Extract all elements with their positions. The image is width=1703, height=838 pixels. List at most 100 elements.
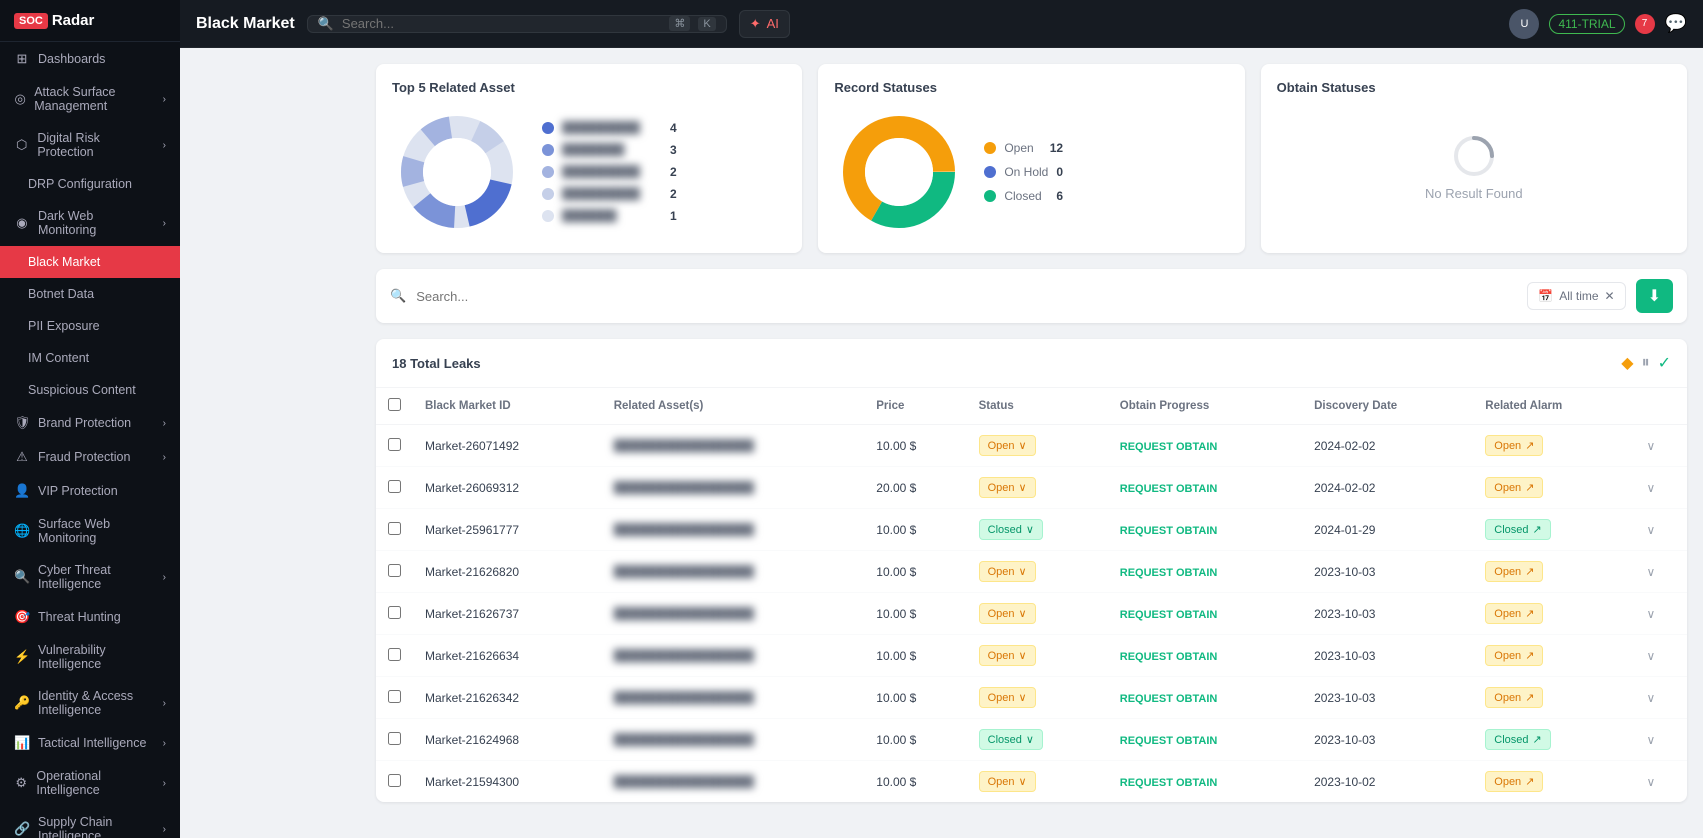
sidebar-item-tactical[interactable]: 📊 Tactical Intelligence › (0, 726, 180, 760)
attack-surface-icon: ◎ (14, 91, 26, 107)
status-chevron-icon[interactable]: ∨ (1026, 523, 1034, 536)
status-chevron-icon[interactable]: ∨ (1019, 775, 1027, 788)
row-checkbox-3[interactable] (388, 564, 401, 577)
row-checkbox-5[interactable] (388, 648, 401, 661)
user-avatar[interactable]: U (1509, 9, 1539, 39)
legend-dot-1 (542, 122, 554, 134)
cell-expand-8[interactable]: ∨ (1635, 761, 1687, 803)
cell-expand-4[interactable]: ∨ (1635, 593, 1687, 635)
pause-icon[interactable]: ⏸ (1642, 354, 1650, 372)
global-search[interactable]: 🔍 ⌘ K (307, 15, 727, 33)
sidebar-item-supply-chain[interactable]: 🔗 Supply Chain Intelligence › (0, 806, 180, 838)
sidebar-item-identity-access[interactable]: 🔑 Identity & Access Intelligence › (0, 680, 180, 726)
filter-orange-icon[interactable]: ◆ (1621, 353, 1633, 373)
page-title: Black Market (196, 15, 295, 33)
sidebar-item-operational[interactable]: ⚙ Operational Intelligence › (0, 760, 180, 806)
cell-expand-5[interactable]: ∨ (1635, 635, 1687, 677)
notification-badge[interactable]: 7 (1635, 14, 1655, 34)
row-checkbox-4[interactable] (388, 606, 401, 619)
status-chevron-icon[interactable]: ∨ (1019, 649, 1027, 662)
table-search-input[interactable] (416, 289, 1517, 304)
status-chevron-icon[interactable]: ∨ (1019, 607, 1027, 620)
sidebar-item-brand-protection[interactable]: 🛡 Brand Protection › (0, 406, 180, 440)
sidebar-item-im-content[interactable]: IM Content (0, 342, 180, 374)
sidebar-item-dark-web[interactable]: ◉ Dark Web Monitoring › (0, 200, 180, 246)
status-chevron-icon[interactable]: ∨ (1019, 439, 1027, 452)
ai-button[interactable]: ✦ AI (739, 10, 790, 38)
close-icon[interactable]: ✕ (1605, 289, 1615, 303)
status-chevron-icon[interactable]: ∨ (1019, 565, 1027, 578)
row-checkbox-0[interactable] (388, 438, 401, 451)
status-chevron-icon[interactable]: ∨ (1026, 733, 1034, 746)
cell-asset-6: ██████████████████ (602, 677, 865, 719)
alarm-external-link-icon[interactable]: ↗ (1525, 565, 1534, 578)
col-alarm: Related Alarm (1473, 388, 1634, 425)
alarm-external-link-icon[interactable]: ↗ (1525, 775, 1534, 788)
chat-icon[interactable]: 💬 (1665, 13, 1687, 34)
cell-expand-2[interactable]: ∨ (1635, 509, 1687, 551)
sidebar-item-surface-web[interactable]: 🌐 Surface Web Monitoring (0, 508, 180, 554)
sidebar-item-attack-surface[interactable]: ◎ Attack Surface Management › (0, 76, 180, 122)
sidebar-item-pii-exposure[interactable]: PII Exposure (0, 310, 180, 342)
cell-asset-0: ██████████████████ (602, 425, 865, 467)
trial-status: 411-TRIAL (1549, 14, 1624, 34)
row-checkbox-7[interactable] (388, 732, 401, 745)
row-checkbox-8[interactable] (388, 774, 401, 787)
select-all-checkbox[interactable] (388, 398, 401, 411)
sidebar-item-black-market[interactable]: Black Market (0, 246, 180, 278)
cell-date-3: 2023-10-03 (1302, 551, 1473, 593)
sidebar-item-botnet-data[interactable]: Botnet Data (0, 278, 180, 310)
top5-donut-chart (392, 107, 522, 237)
cell-expand-6[interactable]: ∨ (1635, 677, 1687, 719)
cell-obtain-8: REQUEST OBTAIN (1108, 761, 1302, 803)
row-checkbox-2[interactable] (388, 522, 401, 535)
row-checkbox-1[interactable] (388, 480, 401, 493)
cell-price-1: 20.00 $ (864, 467, 966, 509)
cell-asset-2: ██████████████████ (602, 509, 865, 551)
cell-expand-7[interactable]: ∨ (1635, 719, 1687, 761)
alarm-external-link-icon[interactable]: ↗ (1533, 733, 1542, 746)
record-donut-wrapper: Open 12 On Hold 0 Closed 6 (834, 107, 1228, 237)
cell-status-2: Closed ∨ (967, 509, 1108, 551)
alarm-external-link-icon[interactable]: ↗ (1525, 607, 1534, 620)
sidebar-item-suspicious-content[interactable]: Suspicious Content (0, 374, 180, 406)
kbd-hint-k: K (698, 17, 715, 31)
alarm-external-link-icon[interactable]: ↗ (1525, 691, 1534, 704)
alarm-external-link-icon[interactable]: ↗ (1525, 649, 1534, 662)
alarm-external-link-icon[interactable]: ↗ (1525, 481, 1534, 494)
sidebar-item-dashboards[interactable]: ⊞ Dashboards (0, 42, 180, 76)
check-icon[interactable]: ✓ (1658, 353, 1671, 373)
fraud-icon: ⚠ (14, 449, 30, 465)
table-row: Market-25961777 ██████████████████ 10.00… (376, 509, 1687, 551)
alarm-external-link-icon[interactable]: ↗ (1533, 523, 1542, 536)
alarm-external-link-icon[interactable]: ↗ (1525, 439, 1534, 452)
row-checkbox-6[interactable] (388, 690, 401, 703)
cell-price-7: 10.00 $ (864, 719, 966, 761)
calendar-icon: 📅 (1538, 289, 1553, 303)
cell-date-8: 2023-10-02 (1302, 761, 1473, 803)
cell-expand-0[interactable]: ∨ (1635, 425, 1687, 467)
legend-item-1: ██████████ 4 (542, 121, 677, 135)
status-chevron-icon[interactable]: ∨ (1019, 481, 1027, 494)
sidebar-item-drp-config[interactable]: DRP Configuration (0, 168, 180, 200)
sidebar-item-digital-risk[interactable]: ⬡ Digital Risk Protection › (0, 122, 180, 168)
cell-expand-1[interactable]: ∨ (1635, 467, 1687, 509)
export-button[interactable]: ⬇ (1636, 279, 1673, 313)
topbar: Black Market 🔍 ⌘ K ✦ AI U 411-TRIAL 7 💬 (180, 0, 1703, 48)
search-input[interactable] (342, 16, 661, 31)
sidebar-item-vulnerability[interactable]: ⚡ Vulnerability Intelligence (0, 634, 180, 680)
vulnerability-icon: ⚡ (14, 649, 30, 665)
sidebar-item-threat-hunting[interactable]: 🎯 Threat Hunting (0, 600, 180, 634)
surface-web-icon: 🌐 (14, 523, 30, 539)
cell-asset-8: ██████████████████ (602, 761, 865, 803)
cell-asset-7: ██████████████████ (602, 719, 865, 761)
date-filter[interactable]: 📅 All time ✕ (1527, 282, 1625, 310)
no-result-label: No Result Found (1425, 186, 1523, 201)
sidebar-item-fraud-protection[interactable]: ⚠ Fraud Protection › (0, 440, 180, 474)
sidebar-item-cyber-threat[interactable]: 🔍 Cyber Threat Intelligence › (0, 554, 180, 600)
dark-web-icon: ◉ (14, 215, 30, 231)
cell-expand-3[interactable]: ∨ (1635, 551, 1687, 593)
sidebar-item-vip-protection[interactable]: 👤 VIP Protection (0, 474, 180, 508)
top5-legend: ██████████ 4 ████████ 3 ██████████ 2 (542, 121, 677, 223)
status-chevron-icon[interactable]: ∨ (1019, 691, 1027, 704)
